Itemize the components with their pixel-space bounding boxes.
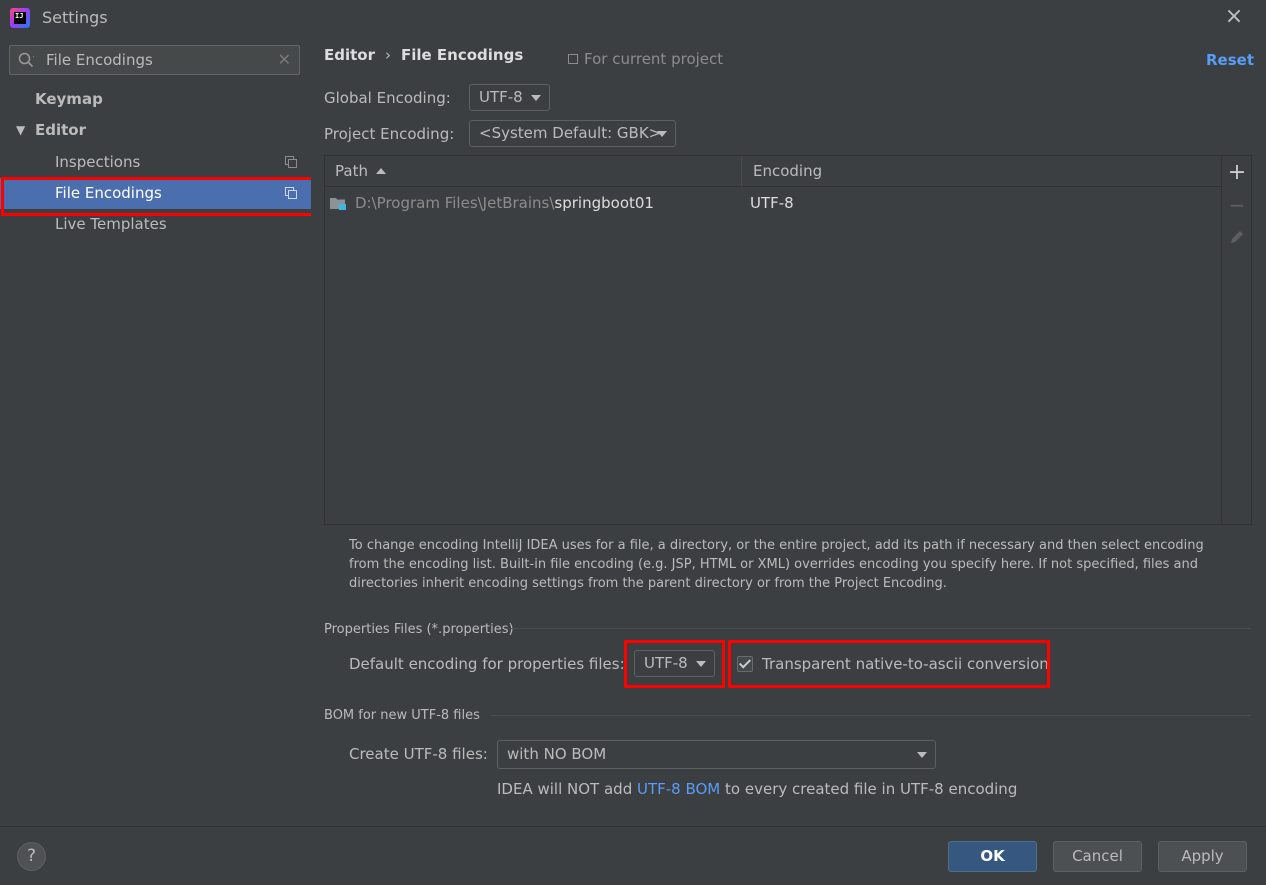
help-button[interactable]: ? [17,842,46,871]
section-divider [507,628,1251,629]
search-input[interactable] [46,50,271,70]
sidebar-item-label: File Encodings [55,184,162,202]
column-header-label: Path [335,162,368,180]
bom-note-prefix: IDEA will NOT add [497,780,637,798]
encoding-cell[interactable]: UTF-8 [750,188,794,218]
project-encoding-select[interactable]: <System Default: GBK> [469,120,676,147]
sidebar-item-label: Live Templates [55,215,167,233]
table-header: Path Encoding [325,156,1221,187]
dropdown-arrow-icon [657,131,667,137]
ok-button[interactable]: OK [948,841,1037,872]
edit-path-button[interactable] [1222,222,1252,252]
sidebar-item-label: Keymap [35,90,103,108]
checkmark-icon [738,656,752,669]
app-icon-text: IJ [14,12,26,24]
table-row[interactable]: D:\Program Files\JetBrains\springboot01 … [325,188,1221,218]
apply-button[interactable]: Apply [1158,841,1247,872]
bom-note: IDEA will NOT add UTF-8 BOM to every cre… [497,780,1017,798]
bom-mode-select[interactable]: with NO BOM [497,740,936,769]
column-header-encoding[interactable]: Encoding [753,156,822,187]
sidebar-item-label: Inspections [55,153,141,171]
title-bar: IJ Settings × [0,0,1266,36]
section-divider [491,715,1251,716]
clear-search-icon[interactable]: ✕ [278,50,291,70]
settings-main-panel: Editor › File Encodings For current projec… [311,36,1266,826]
bom-note-suffix: to every created file in UTF-8 encoding [720,780,1018,798]
create-utf8-label: Create UTF-8 files: [349,745,488,763]
path-tail: springboot01 [554,194,654,212]
intellij-app-icon: IJ [10,8,30,28]
dropdown-arrow-icon [531,95,541,101]
bom-section-title: BOM for new UTF-8 files [324,708,480,723]
global-encoding-select[interactable]: UTF-8 [469,84,550,111]
global-encoding-label: Global Encoding: [324,89,451,107]
sidebar-item-live-templates[interactable]: Live Templates [0,209,311,240]
scope-label: For current project [584,50,724,68]
project-encoding-label: Project Encoding: [324,125,455,143]
sidebar-item-keymap[interactable]: Keymap [0,84,311,115]
scope-indicator: For current project [568,50,723,68]
default-properties-encoding-label: Default encoding for properties files: [349,655,625,673]
column-header-path[interactable]: Path [335,156,386,187]
sidebar-item-inspections[interactable]: Inspections [0,147,311,178]
close-icon[interactable]: × [1224,6,1244,28]
project-scope-icon [568,54,578,64]
native-to-ascii-checkbox[interactable] [737,656,753,672]
project-scope-icon [285,156,297,168]
module-folder-icon [330,198,346,210]
global-encoding-value: UTF-8 [479,88,523,106]
expand-arrow-icon[interactable]: ▼ [16,115,25,146]
sidebar-item-label: Editor [35,121,86,139]
sidebar-item-file-encodings[interactable]: File Encodings [0,177,315,216]
window-title: Settings [42,8,108,27]
properties-encoding-select[interactable]: UTF-8 [634,650,715,677]
breadcrumb-editor[interactable]: Editor [324,46,375,64]
settings-sidebar: ✕ Keymap ▼ Editor Inspections File Encod… [0,36,315,826]
dropdown-arrow-icon [696,661,706,667]
path-cell: D:\Program Files\JetBrains\springboot01 [355,188,654,218]
cancel-button[interactable]: Cancel [1053,841,1142,872]
dropdown-arrow-icon [917,752,927,758]
remove-path-button[interactable]: − [1222,190,1252,220]
breadcrumb-separator: › [385,46,391,64]
help-description: To change encoding IntelliJ IDEA uses fo… [349,538,1204,591]
pencil-icon [1231,231,1243,243]
native-to-ascii-label[interactable]: Transparent native-to-ascii conversion [762,655,1049,673]
reset-link[interactable]: Reset [1206,51,1254,69]
search-icon [18,52,34,68]
properties-encoding-value: UTF-8 [644,654,688,672]
project-encoding-value: <System Default: GBK> [479,124,662,142]
table-toolbar: + − [1222,155,1252,525]
path-prefix: D:\Program Files\JetBrains\ [355,194,555,212]
dialog-footer: ? OK Cancel Apply [0,826,1266,885]
add-path-button[interactable]: + [1222,158,1252,188]
project-scope-icon [285,187,297,199]
column-divider[interactable] [741,156,742,187]
breadcrumb-file-encodings: File Encodings [401,46,524,64]
sort-ascending-icon [375,168,386,174]
utf8-bom-link[interactable]: UTF-8 BOM [637,780,720,798]
properties-section-title: Properties Files (*.properties) [324,622,514,637]
settings-search-box[interactable]: ✕ [9,45,300,75]
sidebar-item-editor[interactable]: ▼ Editor [0,115,311,146]
breadcrumb: Editor › File Encodings [324,46,523,66]
path-encoding-table: Path Encoding D:\Program Files\JetBrains… [324,155,1222,525]
bom-mode-value: with NO BOM [507,745,607,763]
